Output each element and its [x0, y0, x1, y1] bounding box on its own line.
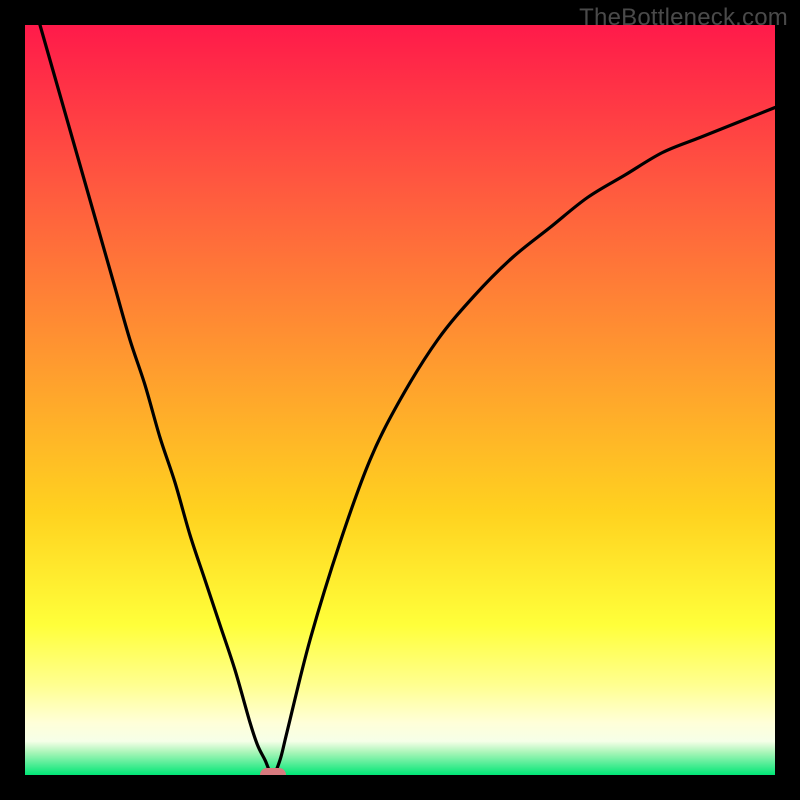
optimum-marker	[260, 768, 286, 775]
bottleneck-curve	[25, 25, 775, 775]
chart-frame: TheBottleneck.com	[0, 0, 800, 800]
plot-area	[25, 25, 775, 775]
watermark-text: TheBottleneck.com	[579, 4, 788, 32]
